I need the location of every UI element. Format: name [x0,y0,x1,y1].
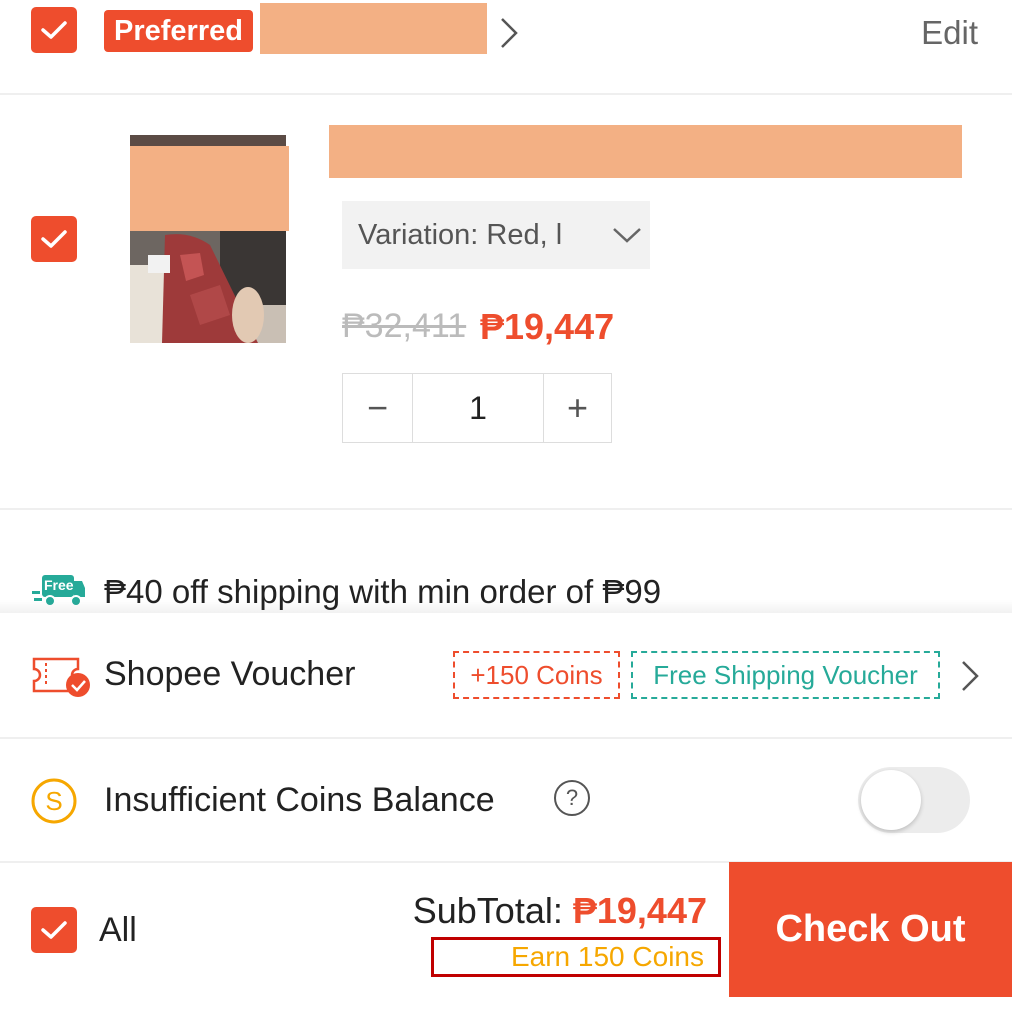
toggle-knob [861,770,921,830]
chevron-right-icon[interactable] [498,17,520,49]
chevron-down-icon [613,228,641,243]
quantity-stepper: − 1 + [342,373,612,443]
panel-shadow [0,600,1012,614]
increase-quantity-button[interactable]: + [544,374,611,442]
item-checkbox[interactable] [31,216,77,262]
subtotal: SubTotal: ₱19,447 [413,890,707,932]
divider [0,93,1012,95]
help-icon[interactable]: ? [554,780,590,816]
subtotal-value: ₱19,447 [572,890,707,931]
free-shipping-icon-label: Free [44,577,74,593]
checkmark-icon [41,21,67,39]
divider [0,508,1012,510]
svg-text:S: S [45,786,62,816]
select-all-checkbox[interactable] [31,907,77,953]
checkout-button[interactable]: Check Out [729,862,1012,997]
coin-icon: S [30,777,78,825]
subtotal-label: SubTotal: [412,890,563,931]
quantity-value[interactable]: 1 [413,374,544,442]
original-price: ₱32,411 [342,307,467,345]
decrease-quantity-button[interactable]: − [343,374,413,442]
product-image-redacted [130,146,289,231]
shop-checkbox[interactable] [31,7,77,53]
preferred-badge: Preferred [104,10,253,52]
coins-balance-label: Insufficient Coins Balance [104,781,495,819]
shopee-voucher-label[interactable]: Shopee Voucher [104,655,355,694]
variation-label: Variation: Red, l [358,218,563,251]
checkmark-icon [41,921,67,939]
variation-selector[interactable]: Variation: Red, l [342,201,650,269]
shop-name-redacted[interactable] [260,3,487,54]
sale-price: ₱19,447 [480,306,615,347]
chevron-right-icon[interactable] [959,660,981,692]
coins-toggle[interactable] [858,767,970,833]
product-title-redacted[interactable] [329,125,962,178]
select-all-label[interactable]: All [99,911,137,950]
earn-coins-text: Earn 150 Coins [431,937,721,977]
voucher-icon [32,655,92,699]
coins-voucher-chip[interactable]: +150 Coins [453,651,620,699]
free-shipping-voucher-chip[interactable]: Free Shipping Voucher [631,651,940,699]
divider [0,737,1012,739]
checkmark-icon [41,230,67,248]
edit-button[interactable]: Edit [921,14,978,52]
